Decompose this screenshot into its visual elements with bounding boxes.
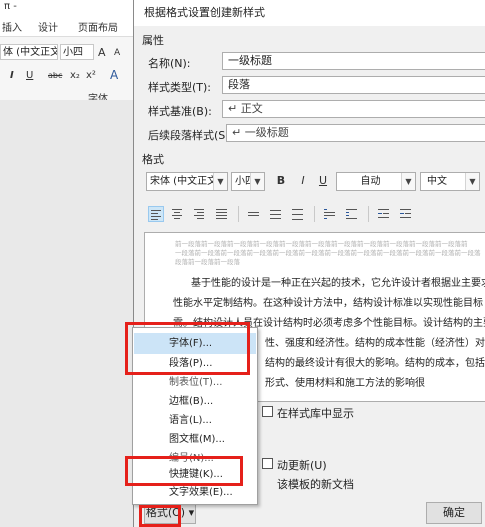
preview-line: 性能水平定制结构。在这种设计方法中，结构设计标准以实现性能目标 xyxy=(173,298,483,309)
auto-update-checkbox[interactable] xyxy=(262,458,273,469)
toolbar-separator xyxy=(368,206,369,222)
auto-update-label: 动更新(U) xyxy=(277,459,327,472)
word-ribbon: π - 插入 设计 页面布局 体 (中文正文 小四 A A I U abc x₂… xyxy=(0,0,136,527)
strikethrough-button[interactable]: abc xyxy=(48,71,62,80)
grow-font-button[interactable]: A xyxy=(98,46,106,59)
align-right-icon[interactable] xyxy=(192,206,208,222)
underline-button[interactable]: U xyxy=(314,172,332,190)
subscript-button[interactable]: x₂ xyxy=(70,70,80,81)
document-area xyxy=(0,100,135,527)
align-left-icon[interactable] xyxy=(148,206,164,222)
font-combo-value: 宋体 (中文正文 xyxy=(150,176,218,187)
bold-button[interactable]: B xyxy=(272,172,290,190)
menu-item-language[interactable]: 语言(L)... xyxy=(134,410,256,431)
ok-button-label: 确定 xyxy=(443,506,465,519)
based-on-label: 样式基准(B): xyxy=(148,105,212,118)
ok-button[interactable]: 确定 xyxy=(426,502,482,524)
highlight-box-font-paragraph xyxy=(125,322,250,375)
decrease-indent-icon[interactable] xyxy=(376,206,392,222)
quick-access-text[interactable]: π - xyxy=(4,1,17,12)
toolbar-separator xyxy=(314,206,315,222)
properties-section-label: 属性 xyxy=(142,34,164,47)
ribbon-tabs: 插入 设计 页面布局 xyxy=(0,16,135,37)
toolbar-separator xyxy=(238,206,239,222)
format-section-label: 格式 xyxy=(142,153,164,166)
chevron-down-icon: ▼ xyxy=(465,173,479,190)
one-half-spacing-icon[interactable] xyxy=(268,206,284,222)
font-combo[interactable]: 宋体 (中文正文 ▼ xyxy=(146,172,228,191)
size-combo[interactable]: 小四 ▼ xyxy=(231,172,265,191)
next-style-select[interactable]: ↵ 一级标题 xyxy=(226,124,485,142)
show-in-gallery-label: 在样式库中显示 xyxy=(277,407,354,420)
preview-line: 结构的最终设计有很大的影响。结构的成本，包括初始 xyxy=(265,358,485,369)
underline-button[interactable]: U xyxy=(26,70,33,81)
preview-previous-paragraph: 前一段落前一段落前一段落前一段落前一段落前一段落前一段落前一段落前一段落前一段落… xyxy=(175,240,468,248)
show-in-gallery-checkbox[interactable] xyxy=(262,406,273,417)
superscript-button[interactable]: x² xyxy=(86,70,96,81)
single-spacing-icon[interactable] xyxy=(246,206,262,222)
new-documents-label: 该模板的新文档 xyxy=(277,478,354,491)
menu-item-tabs[interactable]: 制表位(T)... xyxy=(134,372,256,393)
tab-page-layout[interactable]: 页面布局 xyxy=(78,19,118,34)
tab-insert[interactable]: 插入 xyxy=(2,19,22,34)
font-color-combo[interactable]: 自动 ▼ xyxy=(336,172,416,191)
font-color-value: 自动 xyxy=(360,176,381,187)
name-input[interactable]: 一级标题 xyxy=(222,52,485,70)
italic-button[interactable]: I xyxy=(10,70,14,81)
italic-button[interactable]: I xyxy=(294,172,312,190)
quick-access-bar: π - xyxy=(0,0,135,16)
chevron-down-icon: ▼ xyxy=(213,173,227,190)
menu-item-frame[interactable]: 图文框(M)... xyxy=(134,429,256,450)
space-before-icon[interactable] xyxy=(322,206,338,222)
ribbon-font-name[interactable]: 体 (中文正文 xyxy=(0,44,58,60)
preview-line: 性、强度和经济性。结构的成本性能（经济性）对业主 xyxy=(265,338,485,349)
preview-previous-paragraph: 一段落前一段落前一段落前一段落前一段落前一段落前一段落前一段落前一段落前一段落前… xyxy=(175,249,481,257)
ribbon-font-size[interactable]: 小四 xyxy=(60,44,94,60)
based-on-select[interactable]: ↵ 正文 xyxy=(222,100,485,118)
language-combo-value: 中文 xyxy=(427,176,447,187)
style-type-select[interactable]: 段落 xyxy=(222,76,485,94)
justify-icon[interactable] xyxy=(214,206,230,222)
space-after-icon[interactable] xyxy=(344,206,360,222)
align-center-icon[interactable] xyxy=(170,206,186,222)
tab-design[interactable]: 设计 xyxy=(38,19,58,34)
preview-line: 基于性能的设计是一种正在兴起的技术，它允许设计者根据业主要求 xyxy=(191,278,485,289)
text-effects-button[interactable]: A xyxy=(110,68,118,82)
preview-previous-paragraph: 段落前一段落前一段落 xyxy=(175,258,240,266)
next-style-label: 后续段落样式(S): xyxy=(148,129,234,142)
increase-indent-icon[interactable] xyxy=(398,206,414,222)
highlight-box-format-button xyxy=(139,505,181,527)
chevron-down-icon: ▼ xyxy=(401,173,415,190)
shrink-font-button[interactable]: A xyxy=(114,48,120,58)
style-type-label: 样式类型(T): xyxy=(148,81,212,94)
menu-item-border[interactable]: 边框(B)... xyxy=(134,391,256,412)
preview-line: 形式、使用材料和施工方法的影响很 xyxy=(265,378,425,389)
double-spacing-icon[interactable] xyxy=(290,206,306,222)
highlight-box-shortcut xyxy=(125,456,243,486)
language-combo[interactable]: 中文 ▼ xyxy=(420,172,480,191)
chevron-down-icon: ▼ xyxy=(250,173,264,190)
dialog-title: 根据格式设置创建新样式 xyxy=(134,0,485,26)
name-label: 名称(N): xyxy=(148,57,191,70)
